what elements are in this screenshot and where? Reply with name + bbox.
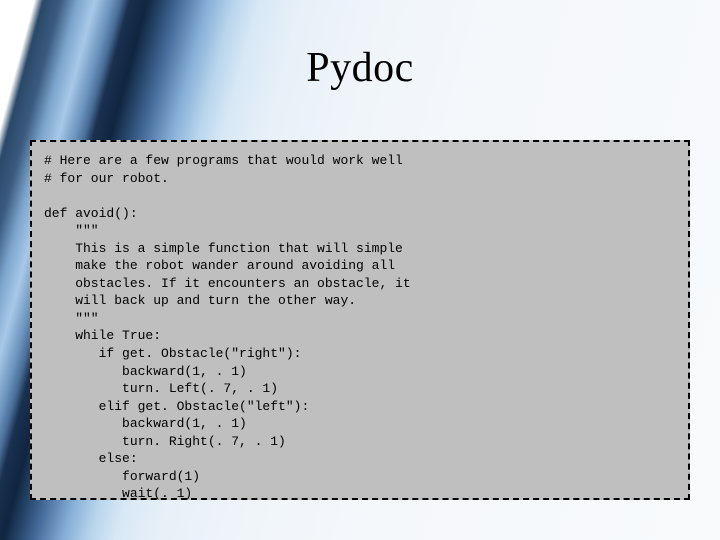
code-content: # Here are a few programs that would wor… (44, 152, 676, 503)
code-box: # Here are a few programs that would wor… (30, 140, 690, 500)
slide-title: Pydoc (0, 44, 720, 92)
slide: Pydoc # Here are a few programs that wou… (0, 0, 720, 540)
